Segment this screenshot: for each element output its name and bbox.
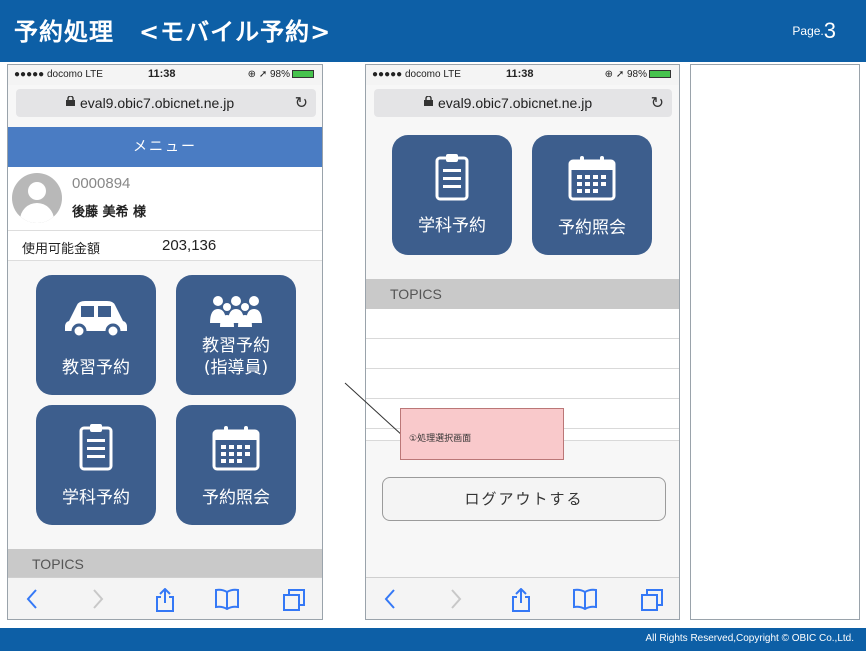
status-right: ⊕ ➚ 98% <box>605 69 671 80</box>
reload-icon[interactable]: ↻ <box>651 93 664 113</box>
url-text: eval9.obic7.obicnet.ne.jp <box>80 95 235 111</box>
battery-icon <box>292 70 314 78</box>
calendar-icon <box>568 156 616 201</box>
share-icon[interactable] <box>154 588 176 612</box>
status-right: ⊕ ➚ 98% <box>248 69 314 80</box>
back-icon[interactable] <box>384 588 396 610</box>
clipboard-icon <box>79 424 113 471</box>
annotation-callout: ①処理選択画面 <box>400 408 564 460</box>
tabs-icon[interactable] <box>640 588 664 612</box>
tile-label: 教習予約 <box>62 358 130 378</box>
reload-icon[interactable]: ↻ <box>295 93 308 113</box>
topic-row[interactable] <box>366 309 679 339</box>
tile-class-reservation[interactable]: 学科予約 <box>392 135 512 255</box>
footer-bar: All Rights Reserved,Copyright © OBIC Co.… <box>0 628 866 651</box>
carrier-label: ●●●●● docomo LTE <box>372 69 461 80</box>
page-prefix: Page. <box>792 24 824 38</box>
top-banner: 予約処理 <モバイル予約> Page.3 <box>0 0 866 62</box>
user-info: 0000894 後藤 美希 様 <box>8 167 322 231</box>
copyright: All Rights Reserved,Copyright © OBIC Co.… <box>645 633 854 644</box>
logout-button[interactable]: ログアウトする <box>382 477 666 521</box>
blank-panel <box>690 64 860 620</box>
share-icon[interactable] <box>510 588 532 612</box>
forward-icon[interactable] <box>450 588 462 610</box>
status-bar: ●●●●● docomo LTE 11:38 ⊕ ➚ 98% <box>366 65 679 85</box>
tile-label: 学科予約 <box>418 216 486 236</box>
status-indicators: ⊕ ➚ 98% <box>604 69 647 80</box>
page-number: Page.3 <box>792 18 836 44</box>
balance-row: 使用可能金額 203,136 <box>8 231 322 261</box>
tile-label: 教習予約 (指導員) <box>202 336 270 378</box>
phone-screen-scrolled: ●●●●● docomo LTE 11:38 ⊕ ➚ 98% eval9.obi… <box>365 64 680 620</box>
tile-reservation-inquiry[interactable]: 予約照会 <box>532 135 652 255</box>
back-icon[interactable] <box>26 588 38 610</box>
phone-screen-menu: ●●●●● docomo LTE 11:38 ⊕ ➚ 98% eval9.obi… <box>7 64 323 620</box>
topics-header: TOPICS <box>366 279 679 309</box>
battery-icon <box>649 70 671 78</box>
topics-header: TOPICS <box>8 549 322 579</box>
user-name: 後藤 美希 様 <box>72 205 147 220</box>
clock: 11:38 <box>148 68 176 80</box>
address-bar[interactable]: eval9.obic7.obicnet.ne.jp ↻ <box>16 89 316 117</box>
tile-class-reservation[interactable]: 学科予約 <box>36 405 156 525</box>
tile-label: 学科予約 <box>62 488 130 508</box>
page-title: 予約処理 <モバイル予約> <box>14 18 332 46</box>
address-bar[interactable]: eval9.obic7.obicnet.ne.jp ↻ <box>374 89 672 117</box>
forward-icon[interactable] <box>92 588 104 610</box>
bookmarks-icon[interactable] <box>214 588 240 610</box>
carrier-label: ●●●●● docomo LTE <box>14 69 103 80</box>
tile-instructor-reservation[interactable]: 教習予約 (指導員) <box>176 275 296 395</box>
avatar <box>12 173 62 223</box>
balance-label: 使用可能金額 <box>22 242 101 257</box>
clipboard-icon <box>435 154 469 201</box>
page-number-value: 3 <box>823 18 836 43</box>
lock-icon <box>66 96 75 106</box>
menu-header: メニュー <box>8 127 322 167</box>
tile-label: 予約照会 <box>558 218 626 238</box>
balance-value: 203,136 <box>162 237 217 254</box>
people-icon <box>210 296 262 327</box>
clock: 11:38 <box>506 68 534 80</box>
tabs-icon[interactable] <box>282 588 306 612</box>
car-icon <box>65 301 127 337</box>
status-indicators: ⊕ ➚ 98% <box>247 69 290 80</box>
tile-driving-reservation[interactable]: 教習予約 <box>36 275 156 395</box>
lock-icon <box>424 96 433 106</box>
topic-row[interactable] <box>366 369 679 399</box>
tile-label: 予約照会 <box>202 488 270 508</box>
browser-toolbar <box>366 577 679 619</box>
status-bar: ●●●●● docomo LTE 11:38 ⊕ ➚ 98% <box>8 65 322 85</box>
url-text: eval9.obic7.obicnet.ne.jp <box>438 95 593 111</box>
bookmarks-icon[interactable] <box>572 588 598 610</box>
browser-toolbar <box>8 577 322 619</box>
topic-row[interactable] <box>366 339 679 369</box>
user-id: 0000894 <box>72 175 131 192</box>
calendar-icon <box>212 426 260 471</box>
tile-reservation-inquiry[interactable]: 予約照会 <box>176 405 296 525</box>
